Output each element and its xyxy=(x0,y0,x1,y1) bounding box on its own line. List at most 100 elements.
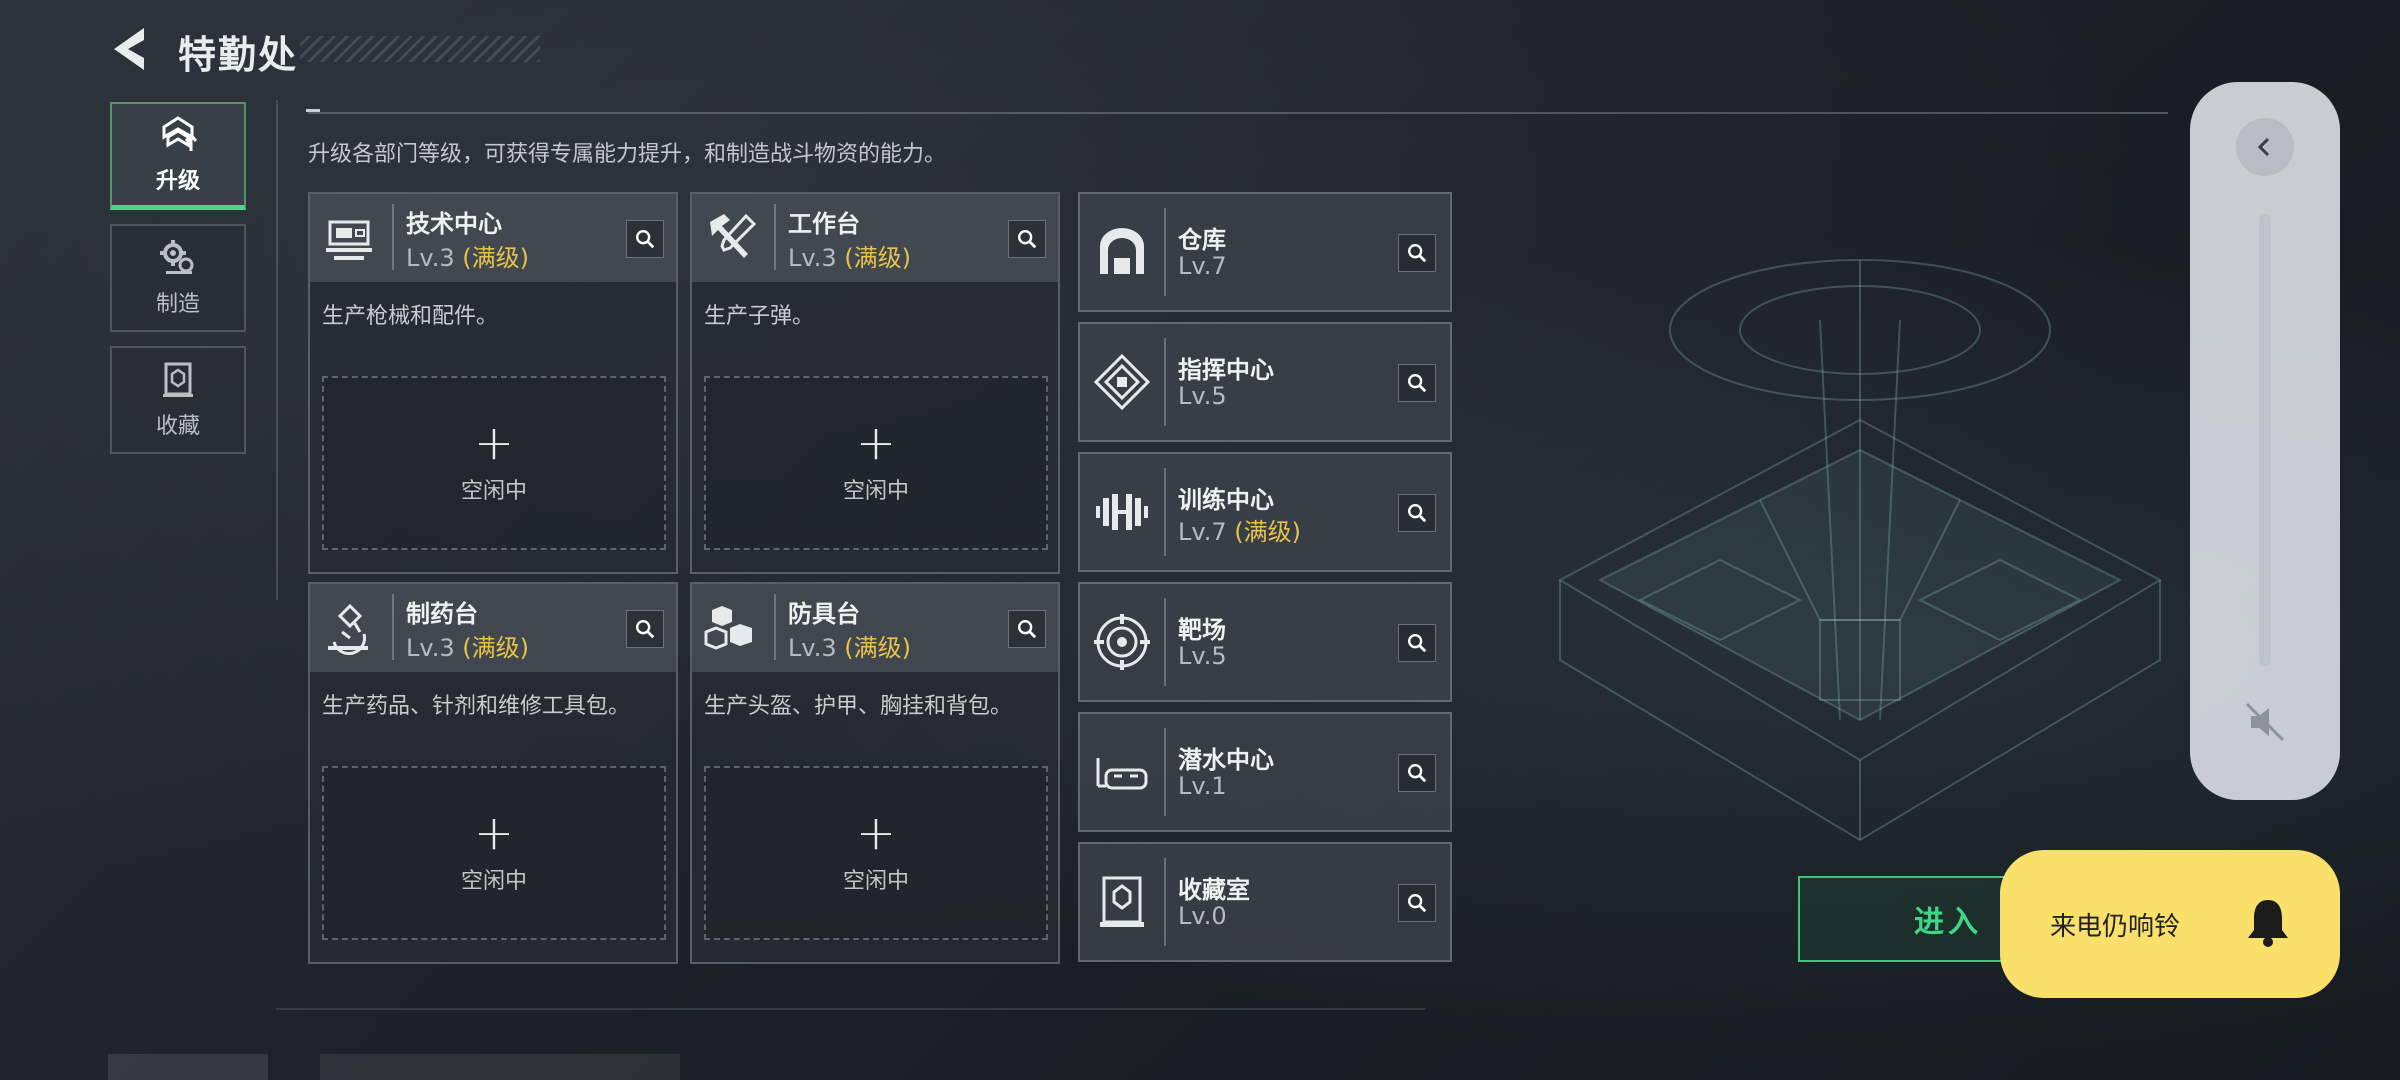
slot-status: 空闲中 xyxy=(842,479,909,504)
intro-text: 升级各部门等级，可获得专属能力提升，和制造战斗物资的能力。 xyxy=(308,142,947,167)
card-separator xyxy=(1164,208,1166,296)
facility-name: 工作台 xyxy=(788,210,860,238)
department-card-diving-center[interactable]: 潜水中心 Lv.1 xyxy=(1078,712,1452,832)
department-name: 收藏室 xyxy=(1178,876,1250,904)
card-separator xyxy=(774,594,776,660)
ring-mode-toast[interactable]: 来电仍响铃 xyxy=(2000,850,2340,998)
slot-status: 空闲中 xyxy=(460,479,527,504)
level-value: Lv.7 xyxy=(1178,518,1227,546)
department-card-command-center[interactable]: 指挥中心 Lv.5 xyxy=(1078,322,1452,442)
inspect-button[interactable] xyxy=(1008,610,1046,648)
back-button[interactable] xyxy=(108,24,154,74)
blurred-region xyxy=(108,1054,268,1080)
magnifier-icon xyxy=(636,620,655,639)
inspect-button[interactable] xyxy=(1008,220,1046,258)
production-slot[interactable]: + 空闲中 xyxy=(704,766,1048,940)
volume-slider[interactable] xyxy=(2259,214,2271,666)
card-separator xyxy=(392,204,394,270)
department-card-shooting-range[interactable]: 靶场 Lv.5 xyxy=(1078,582,1452,702)
speaker-muted-icon[interactable] xyxy=(2243,700,2287,744)
blurred-region xyxy=(320,1054,680,1080)
department-name: 潜水中心 xyxy=(1178,746,1274,774)
department-level: Lv.1 xyxy=(1178,772,1227,800)
nav-tab-upgrade[interactable]: 升级 xyxy=(110,102,246,210)
card-separator xyxy=(392,594,394,660)
card-separator xyxy=(1164,338,1166,426)
inspect-button[interactable] xyxy=(1398,494,1436,532)
production-slot[interactable]: + 空闲中 xyxy=(322,766,666,940)
max-level-tag: (满级) xyxy=(462,244,529,272)
facility-card-armor-bench[interactable]: 防具台 Lv.3 (满级) 生产头盔、护甲、胸挂和背包。 + 空闲中 xyxy=(690,582,1060,964)
inspect-button[interactable] xyxy=(1398,364,1436,402)
department-card-collection-room[interactable]: 收藏室 Lv.0 xyxy=(1078,842,1452,962)
nav-tab-label: 制造 xyxy=(155,292,200,317)
inspect-button[interactable] xyxy=(1398,884,1436,922)
max-level-tag: (满级) xyxy=(844,244,911,272)
facility-level: Lv.3 (满级) xyxy=(406,628,529,663)
inspect-button[interactable] xyxy=(626,610,664,648)
nav-tab-label: 收藏 xyxy=(155,414,200,439)
card-separator xyxy=(1164,858,1166,946)
divider xyxy=(276,1008,1426,1010)
department-card-warehouse[interactable]: 仓库 Lv.7 xyxy=(1078,192,1452,312)
card-separator xyxy=(1164,598,1166,686)
production-slot[interactable]: + 空闲中 xyxy=(704,376,1048,550)
warehouse-icon xyxy=(1100,228,1144,274)
inspect-button[interactable] xyxy=(1398,234,1436,272)
page-title: 特勤处 xyxy=(178,33,299,77)
department-card-training-center[interactable]: 训练中心 Lv.7 (满级) xyxy=(1078,452,1452,572)
target-icon xyxy=(1094,614,1150,670)
nav-tab-manufacture[interactable]: 制造 xyxy=(110,224,246,332)
magnifier-icon xyxy=(636,230,655,249)
tech-center-icon xyxy=(326,220,372,260)
back-arrow-icon xyxy=(114,28,144,70)
card-separator xyxy=(774,204,776,270)
divider-tick xyxy=(306,109,320,112)
volume-collapse-button[interactable] xyxy=(2236,118,2294,176)
level-value: Lv.7 xyxy=(1178,252,1227,280)
level-value: Lv.0 xyxy=(1178,902,1227,930)
max-level-tag: (满级) xyxy=(1234,518,1301,546)
ring-mode-text: 来电仍响铃 xyxy=(2050,912,2181,942)
slot-status: 空闲中 xyxy=(460,869,527,894)
department-name: 指挥中心 xyxy=(1178,356,1274,384)
level-value: Lv.3 xyxy=(788,244,837,272)
nav-tab-collection[interactable]: 收藏 xyxy=(110,346,246,454)
chevron-left-icon xyxy=(2257,137,2270,157)
collection-room-icon xyxy=(1100,876,1144,927)
magnifier-icon xyxy=(1018,620,1037,639)
inspect-button[interactable] xyxy=(1398,754,1436,792)
nav-tab-label: 升级 xyxy=(155,168,200,194)
card-separator xyxy=(1164,728,1166,816)
base-hologram xyxy=(1557,259,2163,842)
divider xyxy=(276,100,278,600)
facility-name: 技术中心 xyxy=(406,210,502,238)
level-value: Lv.3 xyxy=(406,244,455,272)
diving-mask-icon xyxy=(1096,758,1148,790)
facility-level: Lv.3 (满级) xyxy=(788,628,911,663)
department-name: 训练中心 xyxy=(1178,486,1274,514)
pharmacy-icon xyxy=(328,603,368,655)
facility-name: 防具台 xyxy=(788,600,860,628)
facility-card-pharmacy[interactable]: 制药台 Lv.3 (满级) 生产药品、针剂和维修工具包。 + 空闲中 xyxy=(308,582,678,964)
bell-icon xyxy=(2248,900,2288,947)
plus-icon: + xyxy=(473,805,515,861)
gears-icon xyxy=(160,240,194,274)
facility-level: Lv.3 (满级) xyxy=(406,238,529,273)
facility-card-workbench[interactable]: 工作台 Lv.3 (满级) 生产子弹。 + 空闲中 xyxy=(690,192,1060,574)
facility-card-tech-center[interactable]: 技术中心 Lv.3 (满级) 生产枪械和配件。 + 空闲中 xyxy=(308,192,678,574)
dumbbell-icon xyxy=(1096,494,1148,530)
slot-status: 空闲中 xyxy=(842,869,909,894)
title-decoration xyxy=(300,36,540,62)
plus-icon: + xyxy=(473,415,515,471)
inspect-button[interactable] xyxy=(1398,624,1436,662)
facility-description: 生产子弹。 xyxy=(704,304,815,329)
department-level: Lv.7 xyxy=(1178,252,1227,280)
department-name: 靶场 xyxy=(1178,616,1226,644)
command-center-icon xyxy=(1093,353,1151,411)
level-value: Lv.3 xyxy=(406,634,455,662)
inspect-button[interactable] xyxy=(626,220,664,258)
production-slot[interactable]: + 空闲中 xyxy=(322,376,666,550)
department-level: Lv.7 (满级) xyxy=(1178,512,1301,547)
department-level: Lv.0 xyxy=(1178,902,1227,930)
